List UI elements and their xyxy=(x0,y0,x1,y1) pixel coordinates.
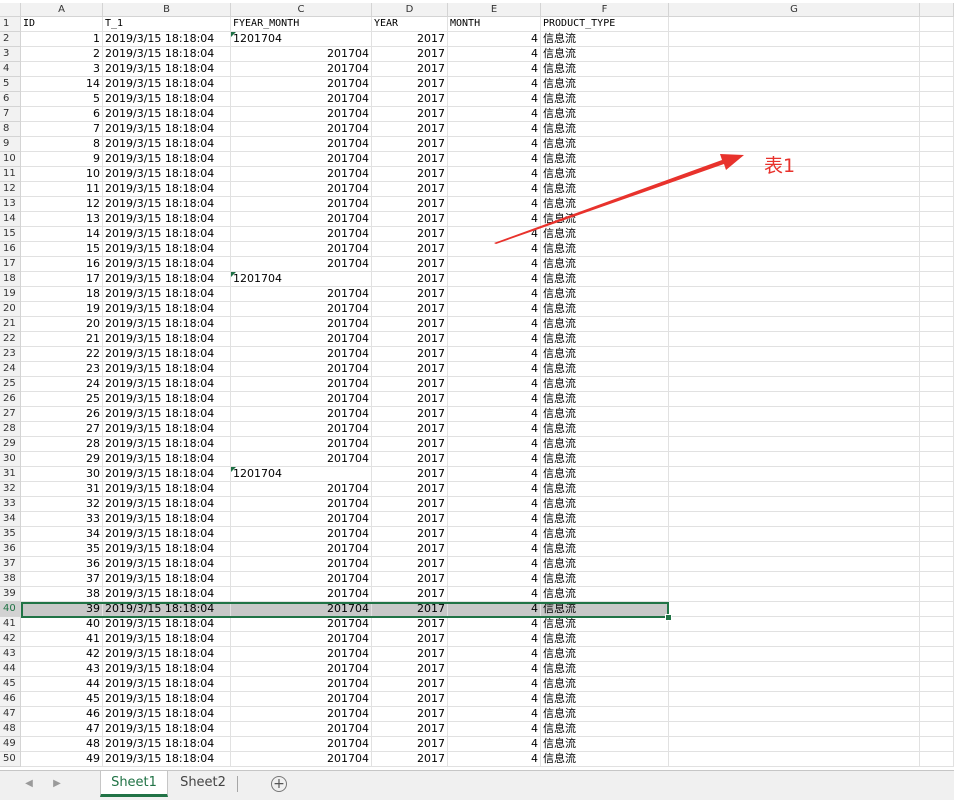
tab-sheet1[interactable]: Sheet1 xyxy=(100,771,168,797)
tab-divider xyxy=(237,776,238,792)
triangle-right-icon[interactable]: ▶ xyxy=(50,777,64,791)
triangle-left-icon[interactable]: ◀ xyxy=(22,777,36,791)
add-sheet-icon[interactable]: + xyxy=(271,776,287,792)
red-arrow-annotation xyxy=(494,154,744,244)
sheet-tab-bar: ◀ ▶ Sheet1 Sheet2 + xyxy=(0,770,954,800)
worksheet-grid[interactable]: A B C D E F G 1 ID T_1 FYEAR_MONTH YEAR … xyxy=(0,0,954,770)
red-arrow-icon xyxy=(494,154,744,244)
annotation-label: 表1 xyxy=(764,155,796,177)
tab-sheet2[interactable]: Sheet2 xyxy=(170,771,236,797)
